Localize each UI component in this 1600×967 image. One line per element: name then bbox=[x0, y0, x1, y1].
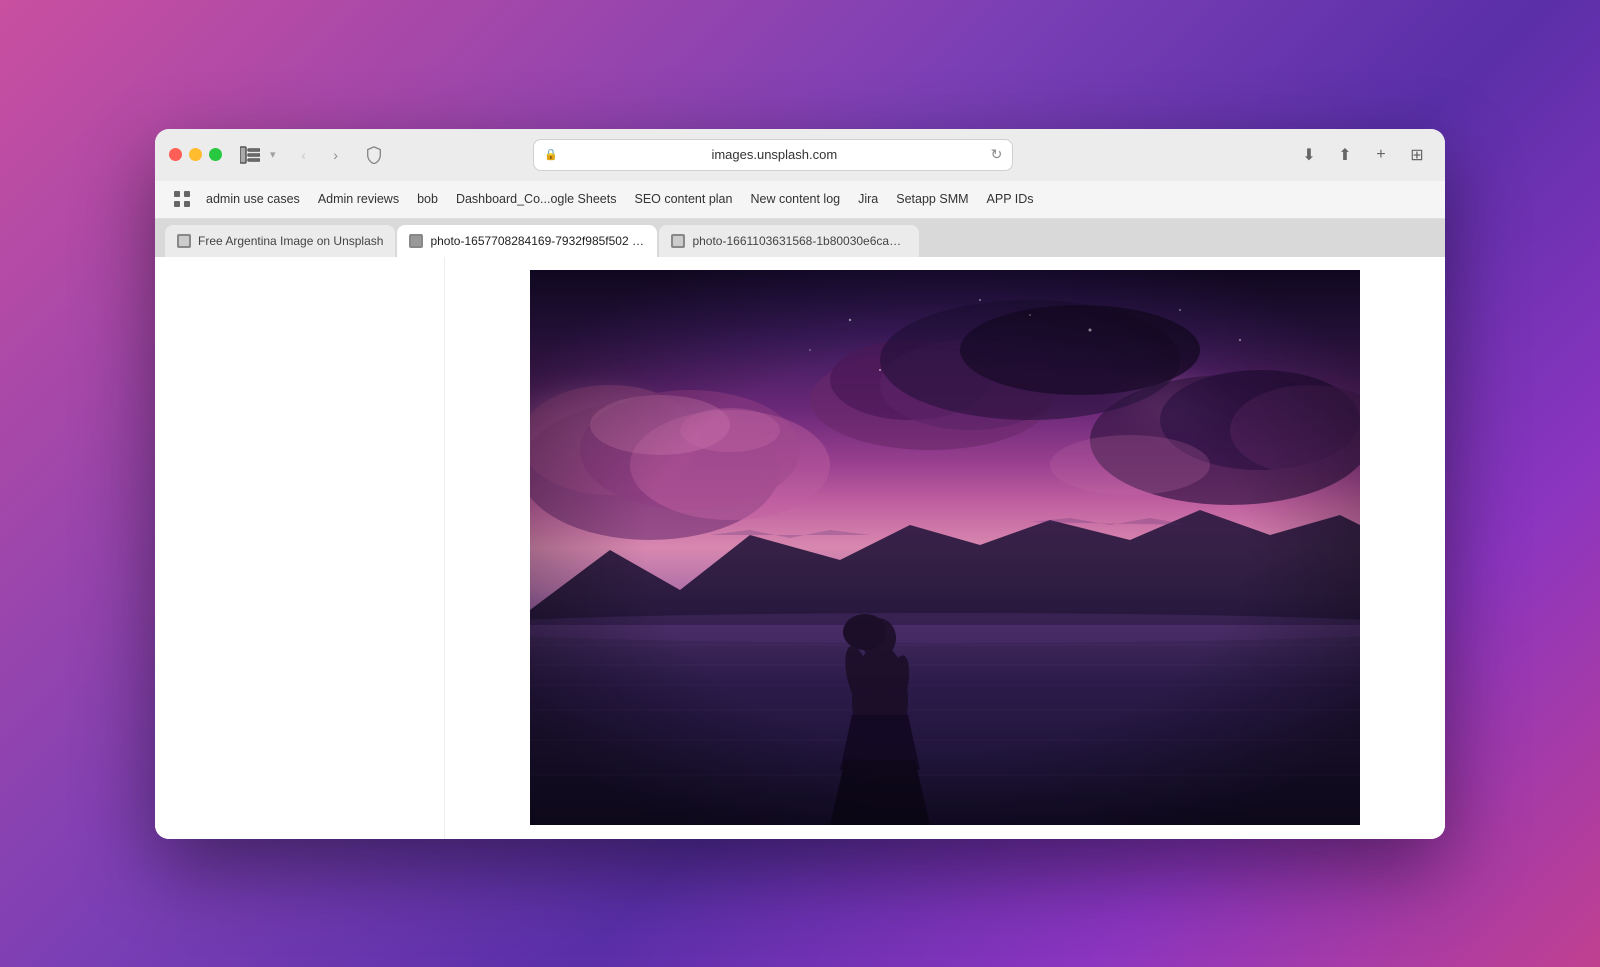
page-content bbox=[155, 257, 1445, 839]
reload-button[interactable]: ↻ bbox=[991, 146, 1003, 163]
toolbar-right: ⬇ ⬆ + ⊞ bbox=[1295, 141, 1431, 169]
bookmark-jira[interactable]: Jira bbox=[851, 189, 885, 209]
title-bar: ▾ ‹ › 🔒 images.unsplash.com ↻ ⬇ ⬆ + ⊞ bbox=[155, 129, 1445, 181]
tab-1-favicon bbox=[409, 234, 423, 248]
bookmark-app-ids[interactable]: APP IDs bbox=[980, 189, 1041, 209]
apps-grid-button[interactable] bbox=[169, 186, 195, 212]
bookmark-admin-use-cases[interactable]: admin use cases bbox=[199, 189, 307, 209]
new-tab-button[interactable]: + bbox=[1367, 141, 1395, 169]
browser-window: ▾ ‹ › 🔒 images.unsplash.com ↻ ⬇ ⬆ + ⊞ bbox=[155, 129, 1445, 839]
photo-image bbox=[530, 270, 1360, 825]
lock-icon: 🔒 bbox=[544, 148, 558, 161]
traffic-lights bbox=[169, 148, 222, 161]
url-text: images.unsplash.com bbox=[564, 147, 985, 162]
forward-button[interactable]: › bbox=[322, 141, 350, 169]
tab-1-title: photo-1657708284169-7932f985f502 2 264x2… bbox=[430, 234, 645, 248]
minimize-button[interactable] bbox=[189, 148, 202, 161]
bookmark-bob[interactable]: bob bbox=[410, 189, 445, 209]
tab-0[interactable]: Free Argentina Image on Unsplash bbox=[165, 225, 395, 257]
main-content bbox=[445, 257, 1445, 839]
tab-0-title: Free Argentina Image on Unsplash bbox=[198, 234, 383, 248]
back-button[interactable]: ‹ bbox=[290, 141, 318, 169]
download-button[interactable]: ⬇ bbox=[1295, 141, 1323, 169]
tabs-bar: Free Argentina Image on Unsplash photo-1… bbox=[155, 219, 1445, 257]
address-bar[interactable]: 🔒 images.unsplash.com ↻ bbox=[533, 139, 1013, 171]
tab-0-favicon bbox=[177, 234, 191, 248]
sidebar-panel bbox=[155, 257, 445, 839]
maximize-button[interactable] bbox=[209, 148, 222, 161]
close-button[interactable] bbox=[169, 148, 182, 161]
bookmark-new-content-log[interactable]: New content log bbox=[743, 189, 847, 209]
share-button[interactable]: ⬆ bbox=[1331, 141, 1359, 169]
tab-2-favicon bbox=[671, 234, 685, 248]
bookmark-seo-content-plan[interactable]: SEO content plan bbox=[627, 189, 739, 209]
sidebar-toggle-button[interactable] bbox=[240, 145, 260, 165]
bookmark-dashboard-google-sheets[interactable]: Dashboard_Co...ogle Sheets bbox=[449, 189, 624, 209]
chevron-down-icon[interactable]: ▾ bbox=[270, 148, 276, 161]
bookmark-setapp-smm[interactable]: Setapp SMM bbox=[889, 189, 975, 209]
nav-buttons: ‹ › bbox=[290, 141, 350, 169]
tab-1[interactable]: photo-1657708284169-7932f985f502 2 264x2… bbox=[397, 225, 657, 257]
shield-icon bbox=[360, 141, 388, 169]
tab-2-title: photo-1661103631568-1b80030e6ca6 871×580… bbox=[692, 234, 907, 248]
bookmarks-bar: admin use cases Admin reviews bob Dashbo… bbox=[155, 181, 1445, 219]
grid-view-button[interactable]: ⊞ bbox=[1403, 141, 1431, 169]
tab-2[interactable]: photo-1661103631568-1b80030e6ca6 871×580… bbox=[659, 225, 919, 257]
photo-container bbox=[445, 257, 1445, 839]
bookmark-admin-reviews[interactable]: Admin reviews bbox=[311, 189, 406, 209]
